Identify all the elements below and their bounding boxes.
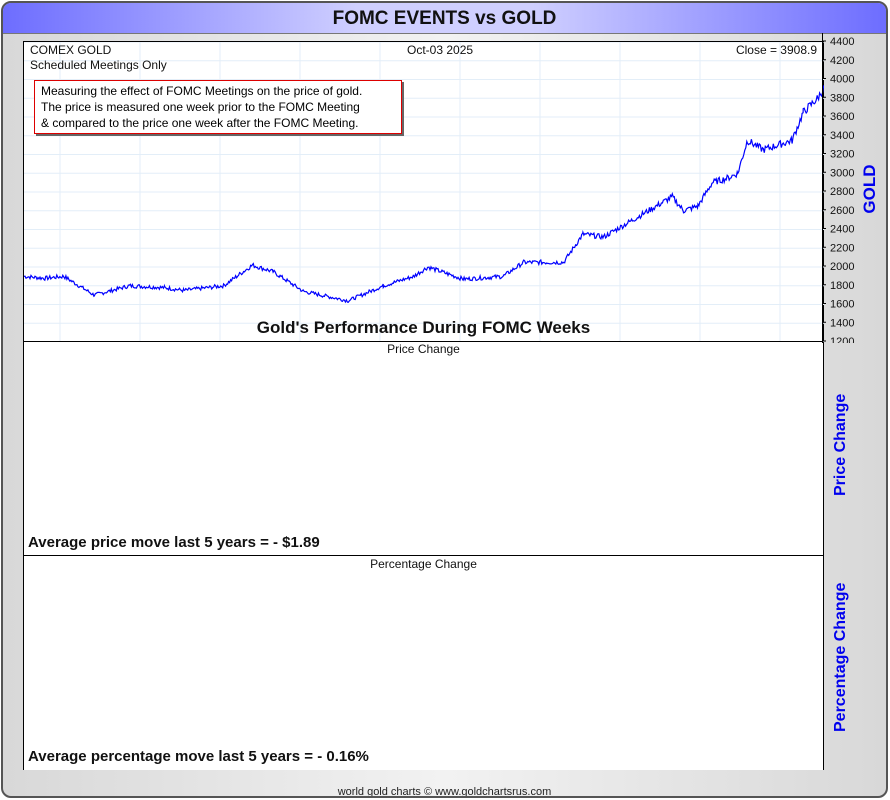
y-tick-label: 2600: [830, 205, 854, 217]
chart-title: FOMC EVENTS vs GOLD: [3, 3, 886, 34]
y-tick-label: 2000: [830, 261, 854, 273]
y-tick-label: 4400: [830, 36, 854, 48]
y-tick-label: 1200: [830, 336, 854, 343]
percent-summary: Average percentage move last 5 years = -…: [28, 748, 369, 765]
footer-credit: world gold charts © www.goldchartsrus.co…: [337, 786, 552, 798]
y-tick-label: 4200: [830, 55, 854, 67]
price-change-axis-label: Price Change: [832, 393, 849, 496]
y-tick-label: 1800: [830, 280, 854, 292]
y-tick-label: 3800: [830, 92, 854, 104]
gold-axis-label: GOLD: [860, 164, 879, 214]
note-line: Measuring the effect of FOMC Meetings on…: [41, 84, 363, 98]
note-line: & compared to the price one week after t…: [41, 116, 359, 130]
price-summary: Average price move last 5 years = - $1.8…: [28, 534, 320, 551]
chart-frame: FOMC EVENTS vs GOLD COMEX GOLD Scheduled…: [1, 1, 888, 798]
note-box: Measuring the effect of FOMC Meetings on…: [34, 80, 402, 134]
y-tick-label: 3600: [830, 111, 854, 123]
y-tick-label: 1600: [830, 299, 854, 311]
instrument-label: COMEX GOLD: [30, 43, 112, 57]
date-label: Oct-03 2025: [407, 43, 474, 57]
y-tick-label: 2200: [830, 242, 854, 254]
close-label: Close = 3908.9: [735, 43, 817, 57]
subtitle-label: Scheduled Meetings Only: [30, 58, 167, 72]
plot-area: COMEX GOLD Scheduled Meetings Only Oct-0…: [23, 41, 824, 770]
y-tick-label: 3200: [830, 149, 854, 161]
y-tick-label: 1400: [830, 317, 854, 329]
y-tick-label: 2400: [830, 224, 854, 236]
divider: [24, 555, 823, 556]
y-tick-label: 2800: [830, 186, 854, 198]
percent-change-axis-label: Percentage Change: [832, 582, 849, 732]
y-tick-label: 3000: [830, 167, 854, 179]
performance-title: Gold's Performance During FOMC Weeks: [256, 318, 591, 337]
percent-panel-title: Percentage Change: [370, 557, 477, 571]
price-panel-title: Price Change: [387, 342, 460, 356]
note-line: The price is measured one week prior to …: [41, 100, 360, 114]
y-tick-label: 3400: [830, 130, 854, 142]
y-tick-label: 4000: [830, 74, 854, 86]
